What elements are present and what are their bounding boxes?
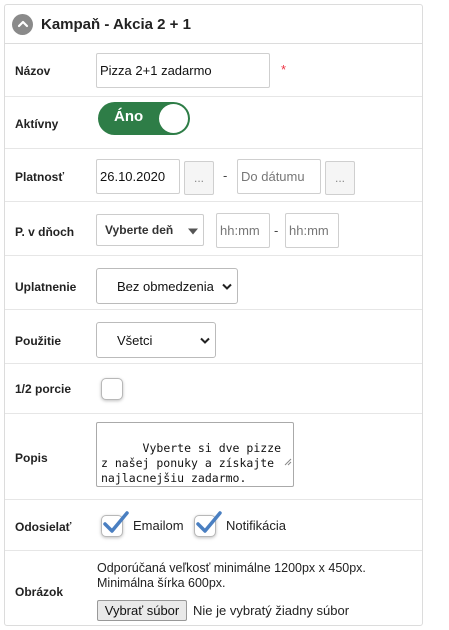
redemption-label: Uplatnenie [15,280,77,294]
chevron-down-icon [222,279,232,294]
required-mark: * [281,62,287,77]
active-label: Aktívny [15,117,59,131]
email-checkbox[interactable] [101,511,129,537]
date-to-picker-button[interactable]: ... [325,161,355,195]
row-validity: Platnosť 26.10.2020 ... - Do dátumu ... [5,149,422,202]
date-separator: - [223,168,228,183]
days-label: P. v dňoch [15,225,75,239]
date-from-picker-button[interactable]: ... [184,161,214,195]
date-from-input[interactable]: 26.10.2020 [96,159,180,194]
redemption-select-value: Bez obmedzenia [117,278,214,294]
email-label: Emailom [133,518,184,533]
name-label: Názov [15,64,51,78]
file-status: Nie je vybratý žiadny súbor [193,603,350,618]
toggle-label: Áno [114,108,144,125]
image-hint-width: Minimálna šírka 600px. [97,576,226,590]
send-label: Odosielať [15,520,72,534]
time-separator: - [274,223,279,238]
panel-title: Kampaň - Akcia 2 + 1 [41,15,191,33]
name-input[interactable]: Pizza 2+1 zadarmo [96,53,270,88]
row-image: Obrázok Odporúčaná veľkosť minimálne 120… [5,551,422,627]
half-portion-checkbox[interactable] [101,378,123,400]
row-active: Aktívny Áno [5,97,422,149]
campaign-panel: Kampaň - Akcia 2 + 1 Názov Pizza 2+1 zad… [4,4,423,626]
notification-label: Notifikácia [226,518,286,533]
active-toggle[interactable]: Áno [98,102,190,135]
panel-header: Kampaň - Akcia 2 + 1 [5,5,422,44]
row-send: Odosielať Emailom Notifikácia [5,500,422,551]
toggle-knob [159,104,188,133]
redemption-select[interactable]: Bez obmedzenia [96,268,238,304]
row-redemption: Uplatnenie Bez obmedzenia [5,256,422,310]
description-label: Popis [15,451,48,465]
day-select[interactable]: Vyberte deň [96,214,204,246]
chevron-up-icon[interactable] [12,13,33,35]
validity-label: Platnosť [15,170,65,184]
row-name: Názov Pizza 2+1 zadarmo * [5,45,422,97]
usage-select-value: Všetci [117,332,153,348]
image-label: Obrázok [15,585,64,599]
caret-down-icon [188,223,198,238]
image-hint-size: Odporúčaná veľkosť minimálne 1200px x 45… [97,561,366,575]
day-select-value: Vyberte deň [105,223,174,237]
row-description: Popis Vyberte si dve pizze z našej ponuk… [5,414,422,500]
choose-file-button[interactable]: Vybrať súbor [97,600,187,621]
time-to-input[interactable]: hh:mm [285,213,339,248]
checkmark-icon [196,511,222,533]
half-portion-label: 1/2 porcie [15,382,72,396]
resize-grip-icon[interactable] [229,440,292,485]
date-to-input[interactable]: Do dátumu [237,159,321,194]
usage-select[interactable]: Všetci [96,322,216,358]
time-from-input[interactable]: hh:mm [216,213,270,248]
row-usage: Použitie Všetci [5,310,422,364]
chevron-down-icon [200,333,210,348]
checkmark-icon [103,511,129,533]
usage-label: Použitie [15,334,62,348]
description-textarea[interactable]: Vyberte si dve pizze z našej ponuky a zí… [96,422,294,487]
notification-checkbox[interactable] [194,511,222,537]
row-days: P. v dňoch Vyberte deň hh:mm - hh:mm [5,202,422,256]
row-half-portion: 1/2 porcie [5,364,422,414]
